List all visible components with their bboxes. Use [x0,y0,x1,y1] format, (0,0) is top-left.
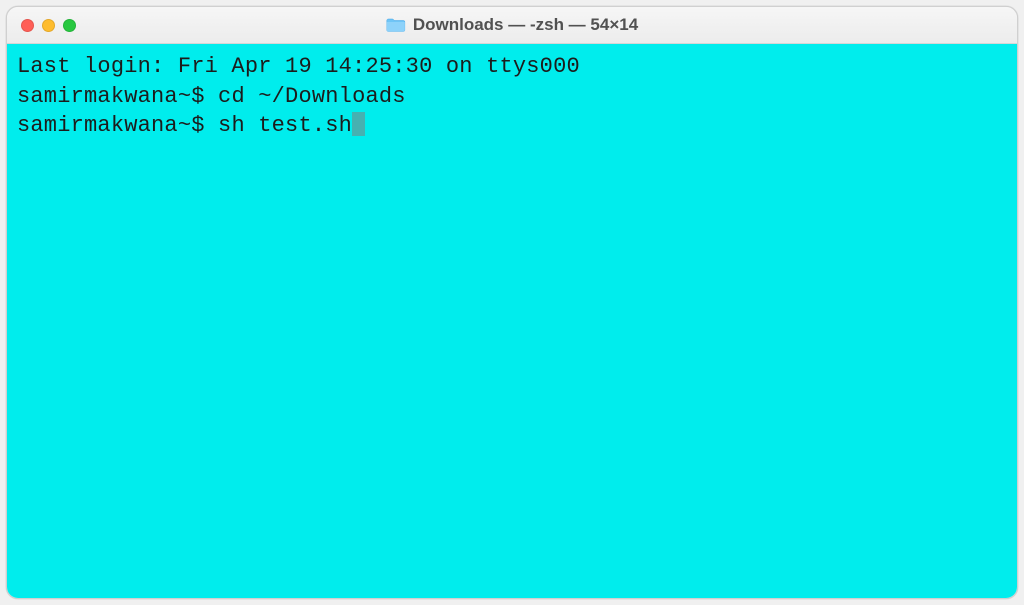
maximize-icon[interactable] [63,19,76,32]
terminal-body[interactable]: Last login: Fri Apr 19 14:25:30 on ttys0… [7,44,1017,598]
folder-icon [386,17,406,33]
prompt-text: samirmakwana~$ [17,111,218,141]
terminal-window: Downloads — -zsh — 54×14 Last login: Fri… [6,6,1018,599]
window-title: Downloads — -zsh — 54×14 [413,15,638,35]
terminal-output-line: Last login: Fri Apr 19 14:25:30 on ttys0… [17,52,1007,82]
close-icon[interactable] [21,19,34,32]
titlebar[interactable]: Downloads — -zsh — 54×14 [7,7,1017,44]
minimize-icon[interactable] [42,19,55,32]
prompt-text: samirmakwana~$ [17,82,218,112]
last-login-text: Last login: Fri Apr 19 14:25:30 on ttys0… [17,52,580,82]
command-text: cd ~/Downloads [218,82,406,112]
command-text: sh test.sh [218,111,352,141]
terminal-prompt-line: samirmakwana~$ sh test.sh [17,111,1007,141]
window-title-area: Downloads — -zsh — 54×14 [386,15,638,35]
terminal-prompt-line: samirmakwana~$ cd ~/Downloads [17,82,1007,112]
traffic-lights [21,19,76,32]
cursor-icon [352,112,365,136]
